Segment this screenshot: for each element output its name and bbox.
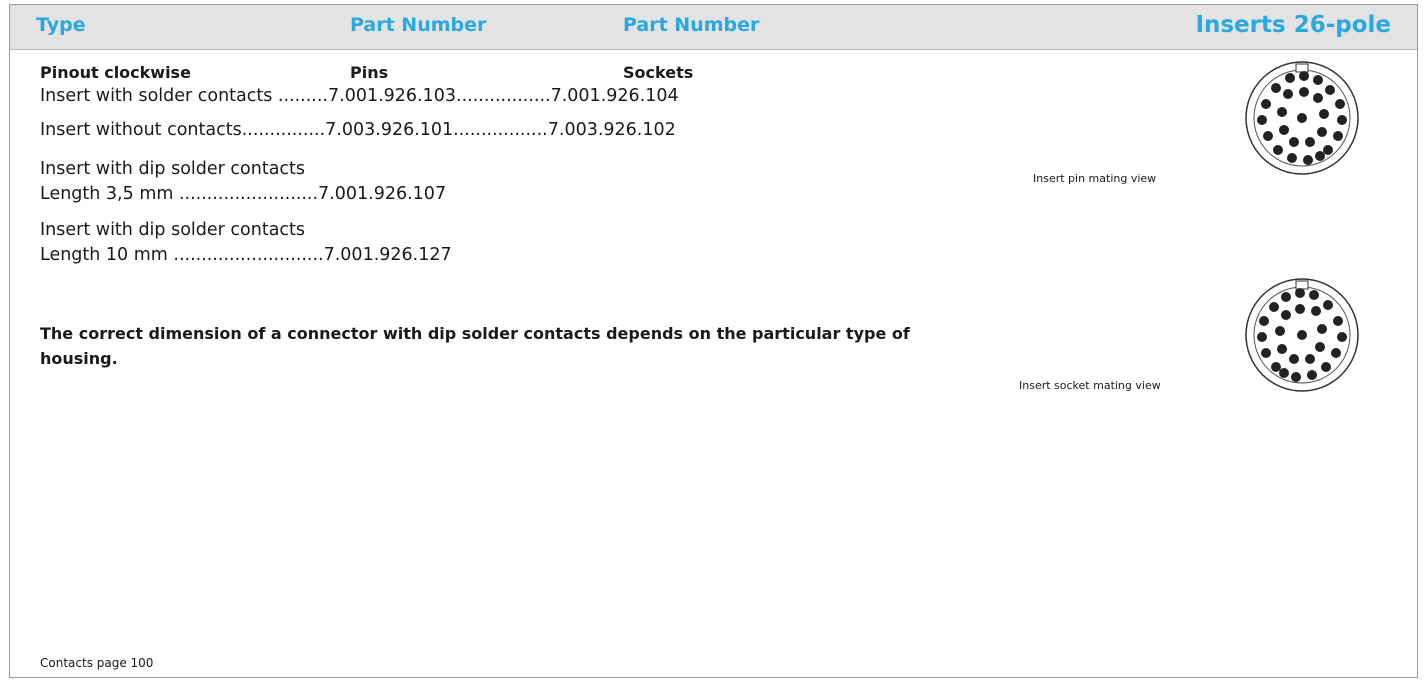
- row-solder-contacts: Insert with solder contacts .........7.0…: [40, 86, 679, 106]
- catalog-page: Type Part Number Part Number Inserts 26-…: [9, 4, 1418, 678]
- row-dip-solder-1-length: Length 3,5 mm .........................7…: [40, 184, 447, 204]
- pinout-label: Pinout clockwise: [40, 63, 191, 82]
- housing-note: The correct dimension of a connector wit…: [40, 324, 910, 368]
- sockets-label: Sockets: [623, 63, 694, 82]
- footer-reference: Contacts page 100: [40, 656, 154, 670]
- table-header: Type Part Number Part Number Inserts 26-…: [10, 5, 1417, 50]
- column-type-heading: Type: [36, 14, 86, 36]
- socket-mating-view-caption: Insert socket mating view: [1019, 379, 1161, 392]
- pin-mating-view-caption: Insert pin mating view: [1033, 172, 1157, 185]
- column-part-number-sockets-heading: Part Number: [623, 14, 760, 36]
- row-dip-solder-1-type: Insert with dip solder contacts: [40, 159, 306, 179]
- column-part-number-pins-heading: Part Number: [350, 14, 487, 36]
- pins-label: Pins: [350, 63, 389, 82]
- socket-mating-view-diagram: [1245, 278, 1359, 392]
- page-title: Inserts 26-pole: [1195, 12, 1391, 38]
- pin-mating-view-diagram: [1245, 61, 1359, 175]
- row-dip-solder-2-length: Length 10 mm ...........................…: [40, 245, 452, 265]
- row-without-contacts: Insert without contacts...............7.…: [40, 120, 676, 140]
- row-dip-solder-2-type: Insert with dip solder contacts: [40, 220, 306, 240]
